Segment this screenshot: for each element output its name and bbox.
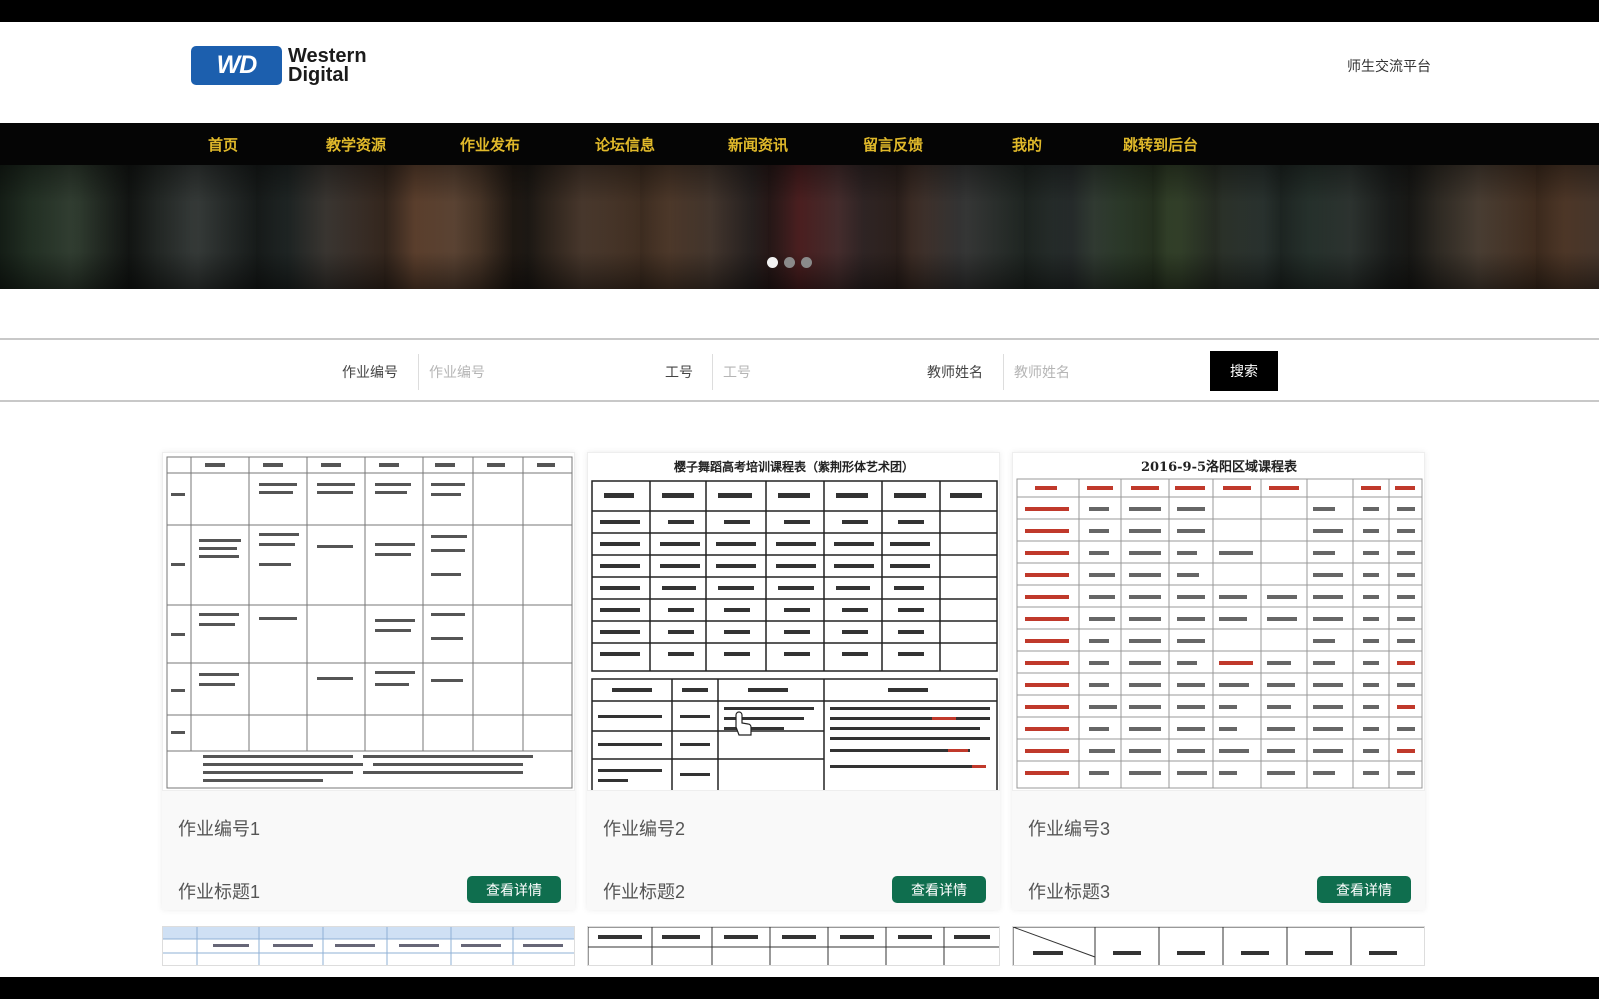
carousel-dots bbox=[767, 257, 812, 268]
nav-item-teaching-resources[interactable]: 教学资源 bbox=[326, 134, 386, 155]
regional-schedule-heading: 2016-9-5洛阳区域课程表 bbox=[1141, 459, 1298, 475]
carousel-dot-3[interactable] bbox=[801, 257, 812, 268]
carousel-dot-1[interactable] bbox=[767, 257, 778, 268]
homework-card-thumbnail-row2[interactable] bbox=[587, 926, 1000, 966]
page-frame: WD Western Digital 师生交流平台 首页 教学资源 作业发布 论… bbox=[0, 22, 1599, 977]
platform-name: 师生交流平台 bbox=[1347, 58, 1431, 74]
logo-line1: Western bbox=[288, 44, 367, 67]
banner-carousel[interactable] bbox=[0, 165, 1599, 289]
staff-no-label: 工号 bbox=[665, 364, 693, 380]
nav-item-feedback[interactable]: 留言反馈 bbox=[863, 134, 923, 155]
course-schedule-heading: 樱子舞蹈高考培训课程表（紫荆形体艺术团） bbox=[674, 459, 914, 474]
homework-card[interactable]: 作业编号1 作业标题1 查看详情 bbox=[162, 452, 575, 910]
timetable-image bbox=[163, 453, 574, 790]
logo-badge: WD bbox=[191, 46, 282, 85]
view-details-button[interactable]: 查看详情 bbox=[467, 876, 561, 903]
teacher-name-label: 教师姓名 bbox=[927, 364, 983, 380]
course-schedule-image: 樱子舞蹈高考培训课程表（紫荆形体艺术团） bbox=[588, 453, 999, 790]
logo-line2: Digital bbox=[288, 63, 350, 86]
homework-no-input[interactable] bbox=[418, 354, 618, 390]
teacher-name-input[interactable] bbox=[1003, 354, 1183, 390]
nav-item-news[interactable]: 新闻资讯 bbox=[728, 134, 788, 155]
site-header: WD Western Digital 师生交流平台 bbox=[0, 22, 1599, 123]
row2-thumb-2 bbox=[588, 927, 999, 965]
search-button[interactable]: 搜索 bbox=[1210, 351, 1278, 391]
view-details-button[interactable]: 查看详情 bbox=[1317, 876, 1411, 903]
homework-title: 作业标题1 bbox=[178, 882, 261, 902]
nav-item-mine[interactable]: 我的 bbox=[1012, 134, 1042, 155]
homework-number: 作业编号3 bbox=[1028, 819, 1111, 839]
regional-schedule-image: 2016-9-5洛阳区域课程表 bbox=[1013, 453, 1424, 790]
search-bar: 作业编号 工号 教师姓名 搜索 bbox=[0, 338, 1599, 402]
homework-no-label: 作业编号 bbox=[342, 364, 398, 380]
site-logo[interactable]: WD Western Digital bbox=[191, 46, 367, 85]
homework-card[interactable]: 樱子舞蹈高考培训课程表（紫荆形体艺术团） 作业编号2 作业标题2 查看详情 bbox=[587, 452, 1000, 910]
homework-card-thumbnail-row2[interactable] bbox=[1012, 926, 1425, 966]
homework-title: 作业标题2 bbox=[603, 882, 686, 902]
nav-item-homework[interactable]: 作业发布 bbox=[460, 134, 520, 155]
nav-item-forum[interactable]: 论坛信息 bbox=[595, 134, 655, 155]
homework-thumbnail: 2016-9-5洛阳区域课程表 bbox=[1012, 452, 1425, 791]
logo-mark: WD bbox=[216, 51, 258, 79]
homework-card-thumbnail-row2[interactable] bbox=[162, 926, 575, 966]
view-details-button[interactable]: 查看详情 bbox=[892, 876, 986, 903]
row2-thumb-3 bbox=[1013, 927, 1424, 965]
logo-text: Western Digital bbox=[288, 44, 367, 86]
homework-card[interactable]: 2016-9-5洛阳区域课程表 作业编号3 作业标题3 查看详情 bbox=[1012, 452, 1425, 910]
staff-no-input[interactable] bbox=[712, 354, 902, 390]
row2-thumb-1 bbox=[163, 927, 574, 965]
homework-number: 作业编号1 bbox=[178, 819, 261, 839]
main-nav: 首页 教学资源 作业发布 论坛信息 新闻资讯 留言反馈 我的 跳转到后台 bbox=[0, 123, 1599, 165]
homework-thumbnail: 樱子舞蹈高考培训课程表（紫荆形体艺术团） bbox=[587, 452, 1000, 791]
nav-item-home[interactable]: 首页 bbox=[208, 134, 238, 155]
homework-title: 作业标题3 bbox=[1028, 882, 1111, 902]
homework-number: 作业编号2 bbox=[603, 819, 686, 839]
homework-thumbnail bbox=[162, 452, 575, 791]
nav-item-admin[interactable]: 跳转到后台 bbox=[1123, 134, 1198, 155]
carousel-dot-2[interactable] bbox=[784, 257, 795, 268]
